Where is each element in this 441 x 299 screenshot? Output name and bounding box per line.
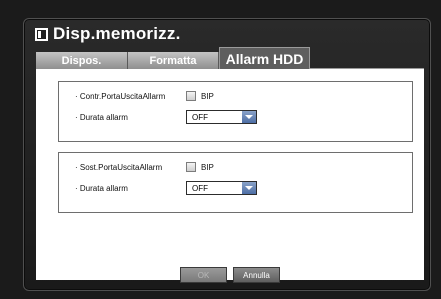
- bip-checkbox[interactable]: [186, 162, 196, 172]
- duration-value: OFF: [192, 183, 208, 193]
- tab-allarm-hdd[interactable]: Allarm HDD: [219, 47, 310, 69]
- storage-device-dialog: Disp.memorizz. Dispos. Formatta Allarm H…: [23, 18, 431, 291]
- ok-button[interactable]: OK: [180, 267, 227, 283]
- tab-bar: Dispos. Formatta Allarm HDD: [36, 47, 424, 69]
- alarm-label: · Contr.PortaUscitaAllarm: [75, 91, 166, 101]
- tab-dispos[interactable]: Dispos.: [36, 52, 128, 69]
- dialog-buttons: OK Annulla: [24, 267, 432, 283]
- alarm-label: · Sost.PortaUscitaAllarm: [75, 162, 163, 172]
- duration-label: · Durata allarm: [75, 183, 128, 193]
- tab-formatta[interactable]: Formatta: [128, 52, 219, 69]
- bip-label: BIP: [201, 91, 214, 101]
- duration-label: · Durata allarm: [75, 112, 128, 122]
- bip-label: BIP: [201, 162, 214, 172]
- dialog-title: Disp.memorizz.: [53, 24, 181, 43]
- duration-row: · Durata allarm OFF: [59, 180, 412, 196]
- alarm-row: · Contr.PortaUscitaAllarm BIP: [59, 88, 412, 104]
- cancel-button[interactable]: Annulla: [233, 267, 280, 283]
- screen: Disp.memorizz. Dispos. Formatta Allarm H…: [0, 0, 441, 299]
- duration-select[interactable]: OFF: [186, 181, 257, 195]
- duration-row: · Durata allarm OFF: [59, 109, 412, 125]
- dialog-title-bar: Disp.memorizz.: [35, 23, 181, 45]
- hdd-icon: [35, 27, 48, 41]
- bip-checkbox[interactable]: [186, 91, 196, 101]
- alarm-group-check: · Contr.PortaUscitaAllarm BIP · Durata a…: [58, 81, 413, 142]
- duration-value: OFF: [192, 112, 208, 122]
- alarm-group-replace: · Sost.PortaUscitaAllarm BIP · Durata al…: [58, 152, 413, 213]
- duration-select[interactable]: OFF: [186, 110, 257, 124]
- tab-content-panel: · Contr.PortaUscitaAllarm BIP · Durata a…: [36, 69, 424, 280]
- chevron-down-icon[interactable]: [242, 182, 256, 194]
- chevron-down-icon[interactable]: [242, 111, 256, 123]
- alarm-row: · Sost.PortaUscitaAllarm BIP: [59, 159, 412, 175]
